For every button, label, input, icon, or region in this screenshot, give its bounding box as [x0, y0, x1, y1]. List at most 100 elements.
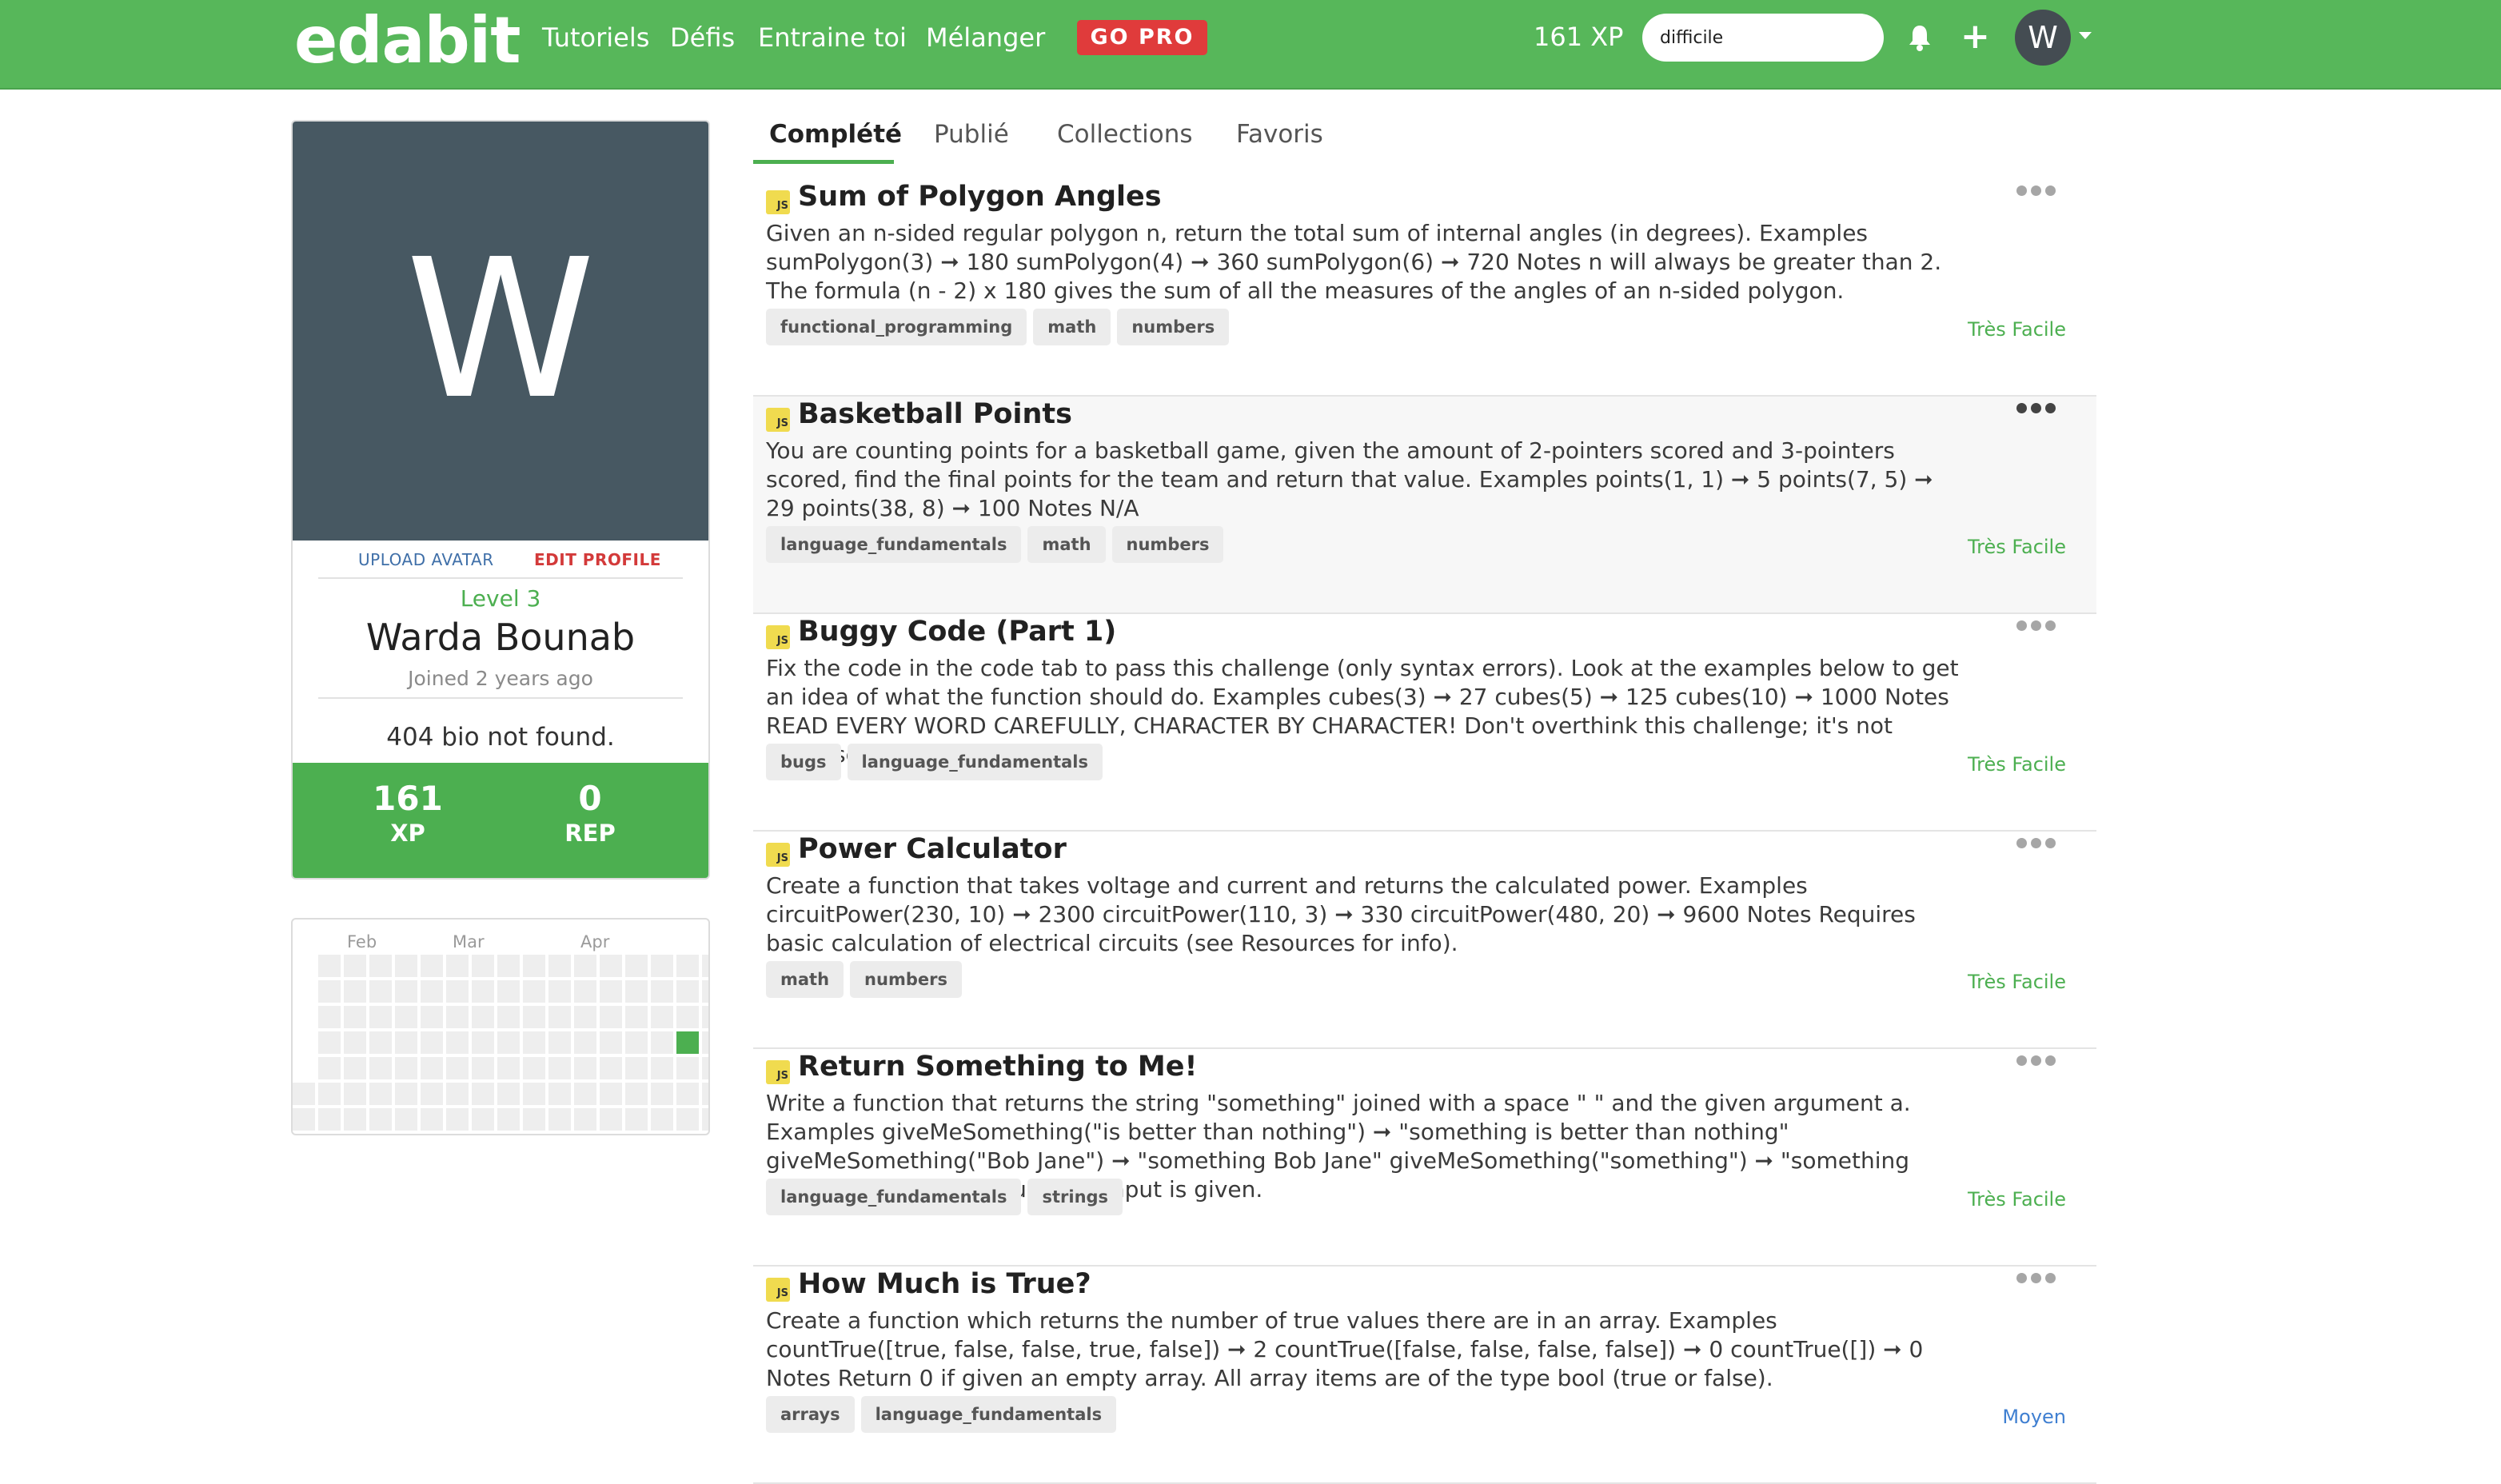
- dot: [2016, 838, 2027, 848]
- activity-cell: [497, 1031, 520, 1054]
- more-options-icon[interactable]: [2016, 403, 2056, 419]
- challenge-tags: bugs language_fundamentals: [766, 744, 1103, 780]
- activity-cell: [472, 1083, 494, 1105]
- activity-cell: [446, 1006, 469, 1028]
- nav-link-tutoriels[interactable]: Tutoriels: [542, 22, 649, 53]
- tab-collections[interactable]: Collections: [1057, 120, 1193, 149]
- month-label: Apr: [580, 932, 610, 951]
- chevron-down-icon[interactable]: [2079, 32, 2092, 39]
- challenge-title[interactable]: Basketball Points: [798, 398, 1072, 430]
- activity-cell: [344, 1083, 366, 1105]
- activity-cell: [600, 1108, 622, 1131]
- more-options-icon[interactable]: [2016, 1273, 2056, 1289]
- activity-cell: [369, 980, 392, 1003]
- activity-cell: [369, 1031, 392, 1054]
- search-input[interactable]: [1642, 14, 1884, 62]
- activity-cell: [548, 1108, 571, 1131]
- activity-cell: [548, 1031, 571, 1054]
- tag[interactable]: functional_programming: [766, 309, 1027, 345]
- challenge-title[interactable]: Return Something to Me!: [798, 1051, 1197, 1083]
- difficulty-label: Très Facile: [1968, 318, 2066, 341]
- challenge-title[interactable]: Buggy Code (Part 1): [798, 616, 1116, 648]
- activity-cell: [472, 980, 494, 1003]
- activity-cell: [676, 1083, 699, 1105]
- more-options-icon[interactable]: [2016, 186, 2056, 201]
- challenge-row[interactable]: JS Power Calculator Create a function th…: [753, 832, 2096, 1049]
- edit-profile-link[interactable]: EDIT PROFILE: [534, 550, 661, 569]
- nav-link-defis[interactable]: Défis: [670, 22, 735, 53]
- activity-cell: [421, 1108, 443, 1131]
- activity-cell: [574, 980, 596, 1003]
- challenge-title[interactable]: Sum of Polygon Angles: [798, 181, 1162, 213]
- stats-panel: 161 XP 0 REP: [293, 763, 708, 878]
- more-options-icon[interactable]: [2016, 838, 2056, 854]
- tag[interactable]: math: [1027, 526, 1106, 563]
- nav-link-melanger[interactable]: Mélanger: [926, 22, 1045, 53]
- tag[interactable]: math: [766, 961, 844, 998]
- challenge-row[interactable]: JS Buggy Code (Part 1) Fix the code in t…: [753, 614, 2096, 832]
- tag[interactable]: numbers: [1111, 526, 1224, 563]
- activity-cell: [497, 1083, 520, 1105]
- tag[interactable]: language_fundamentals: [766, 526, 1022, 563]
- activity-cell: [523, 955, 545, 977]
- dot: [2016, 1273, 2027, 1283]
- tag[interactable]: bugs: [766, 744, 841, 780]
- activity-cell: [651, 980, 673, 1003]
- activity-cell: [625, 1006, 648, 1028]
- challenge-row[interactable]: JS Return Something to Me! Write a funct…: [753, 1049, 2096, 1267]
- activity-cell: [676, 980, 699, 1003]
- activity-cell: [651, 1083, 673, 1105]
- add-plus-icon[interactable]: +: [1961, 19, 1990, 54]
- nav-link-entraine-toi[interactable]: Entraine toi: [758, 22, 907, 53]
- activity-cell: [625, 1057, 648, 1079]
- edabit-logo[interactable]: edabit: [294, 3, 521, 78]
- upload-avatar-link[interactable]: UPLOAD AVATAR: [358, 550, 494, 569]
- tab-complete[interactable]: Complété: [769, 120, 902, 149]
- more-options-icon[interactable]: [2016, 1055, 2056, 1071]
- user-bio: 404 bio not found.: [386, 723, 615, 752]
- activity-cell: [574, 1057, 596, 1079]
- active-tab-indicator: [753, 160, 894, 164]
- tag[interactable]: numbers: [1117, 309, 1230, 345]
- tag[interactable]: language_fundamentals: [860, 1396, 1117, 1433]
- activity-cell: [446, 1108, 469, 1131]
- activity-cell: [497, 955, 520, 977]
- activity-cell: [472, 1031, 494, 1054]
- activity-cell: [651, 1031, 673, 1054]
- activity-cell: [293, 1108, 315, 1131]
- activity-cell: [472, 955, 494, 977]
- challenge-row[interactable]: JS How Much is True? Create a function w…: [753, 1267, 2096, 1484]
- activity-cell: [344, 955, 366, 977]
- activity-cell: [702, 955, 708, 977]
- difficulty-label: Très Facile: [1968, 1188, 2066, 1211]
- challenge-title[interactable]: How Much is True?: [798, 1268, 1091, 1300]
- challenge-row[interactable]: JS Sum of Polygon Angles Given an n-side…: [753, 179, 2096, 397]
- activity-cell: [523, 1108, 545, 1131]
- challenge-row[interactable]: JS Basketball Points You are counting po…: [753, 397, 2096, 614]
- activity-cell: [548, 1057, 571, 1079]
- go-pro-button[interactable]: GO PRO: [1077, 20, 1207, 55]
- tab-publie[interactable]: Publié: [934, 120, 1009, 149]
- tag[interactable]: language_fundamentals: [766, 1179, 1022, 1215]
- activity-cell: [369, 1083, 392, 1105]
- activity-cell: [395, 1006, 417, 1028]
- tag[interactable]: numbers: [850, 961, 962, 998]
- divider: [318, 577, 683, 579]
- tab-favoris[interactable]: Favoris: [1236, 120, 1323, 149]
- tag[interactable]: arrays: [766, 1396, 855, 1433]
- tag[interactable]: strings: [1027, 1179, 1123, 1215]
- notification-bell-icon[interactable]: [1908, 24, 1932, 51]
- challenge-title[interactable]: Power Calculator: [798, 833, 1067, 865]
- activity-cell: [446, 1083, 469, 1105]
- tag[interactable]: language_fundamentals: [847, 744, 1103, 780]
- dot: [2031, 1273, 2041, 1283]
- activity-cell: [702, 1083, 708, 1105]
- tag[interactable]: math: [1033, 309, 1111, 345]
- activity-cell: [651, 1006, 673, 1028]
- activity-cell: [318, 1057, 341, 1079]
- more-options-icon[interactable]: [2016, 620, 2056, 636]
- activity-cell: [702, 1031, 708, 1054]
- user-avatar[interactable]: W: [2015, 10, 2071, 66]
- activity-cell: [600, 955, 622, 977]
- activity-cell: [318, 955, 341, 977]
